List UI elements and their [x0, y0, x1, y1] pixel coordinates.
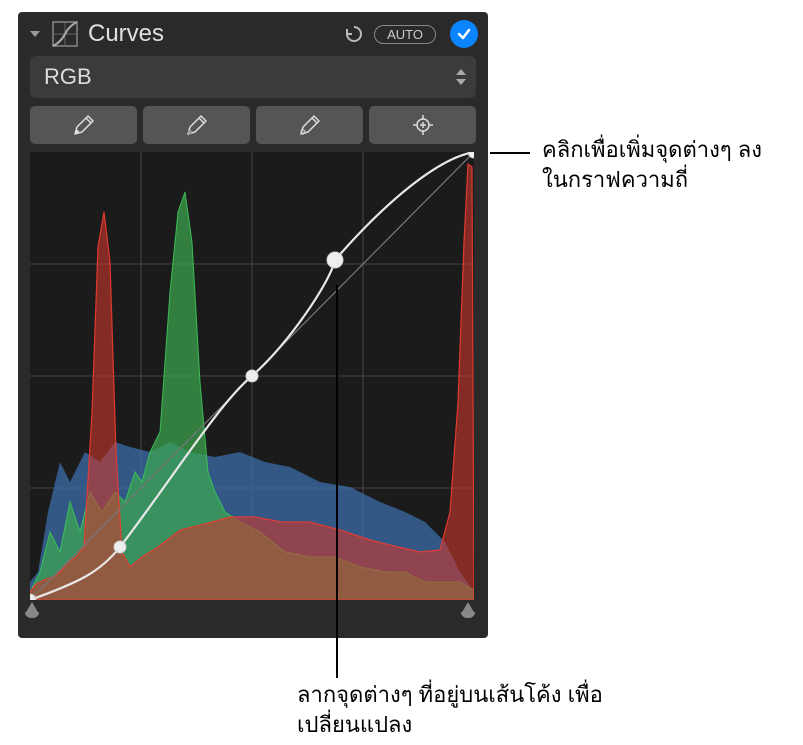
reset-icon[interactable]	[342, 24, 366, 44]
channel-select-value: RGB	[44, 64, 92, 90]
white-point-eyedropper-button[interactable]	[256, 106, 363, 144]
curves-toolbar	[30, 106, 476, 144]
black-white-point-slider[interactable]	[30, 602, 476, 624]
stepper-arrows-icon	[456, 69, 466, 85]
panel-body: RGB	[18, 56, 488, 638]
enabled-checkmark[interactable]	[450, 20, 478, 48]
callout-leader-line	[490, 152, 530, 154]
panel-title: Curves	[88, 20, 334, 48]
gray-point-eyedropper-button[interactable]	[143, 106, 250, 144]
auto-button[interactable]: AUTO	[374, 25, 436, 44]
add-point-button[interactable]	[369, 106, 476, 144]
panel-header: Curves AUTO	[18, 12, 488, 56]
curves-graph[interactable]	[30, 152, 474, 600]
callout-leader-line	[336, 285, 338, 678]
callout-drag-point: ลากจุดต่างๆ ที่อยู่บนเส้นโค้ง เพื่อเปลี่…	[297, 680, 617, 739]
black-point-eyedropper-button[interactable]	[30, 106, 137, 144]
callout-add-point: คลิกเพื่อเพิ่มจุดต่างๆ ลงในกราฟความถี่	[542, 135, 782, 194]
disclosure-triangle-icon[interactable]	[28, 28, 42, 40]
channel-select[interactable]: RGB	[30, 56, 476, 98]
curves-panel: Curves AUTO RGB	[18, 12, 488, 638]
curves-icon	[50, 19, 80, 49]
